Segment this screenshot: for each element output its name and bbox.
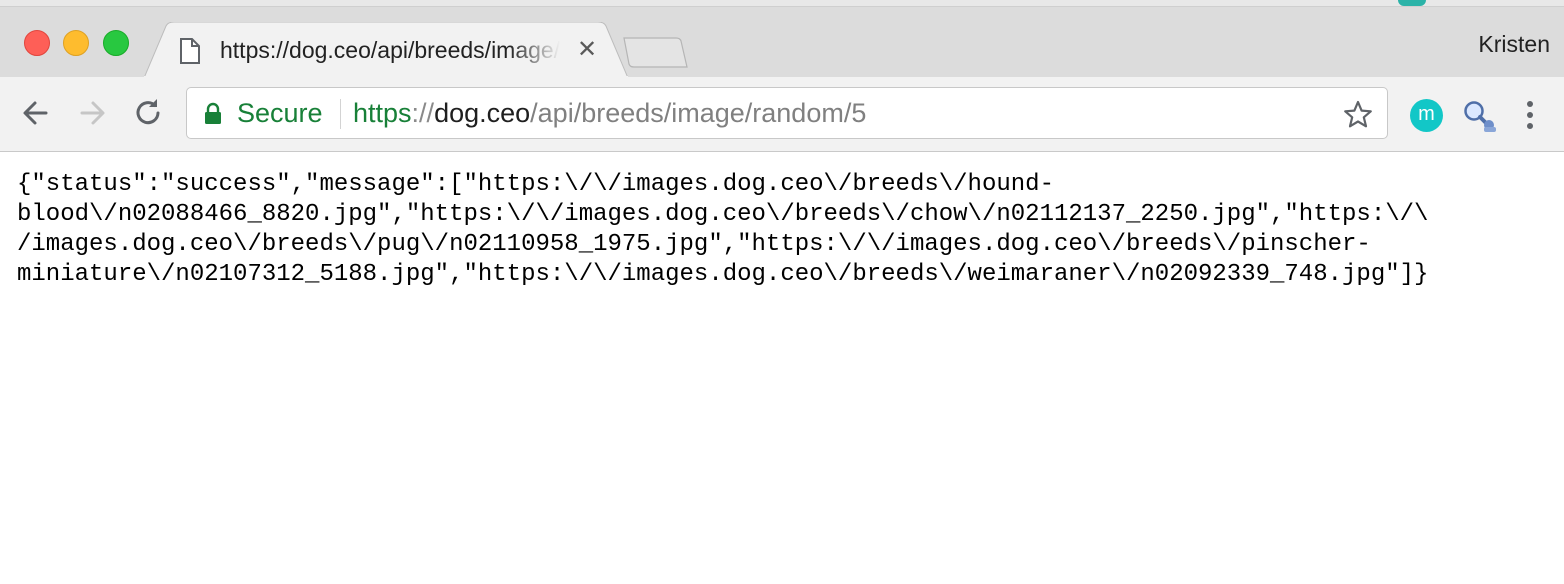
reload-icon[interactable] <box>130 95 166 131</box>
address-bar[interactable]: Secure https://dog.ceo/api/breeds/image/… <box>186 87 1388 139</box>
toolbar: Secure https://dog.ceo/api/breeds/image/… <box>0 77 1564 152</box>
tab-title: https://dog.ceo/api/breeds/image/random/… <box>220 37 560 63</box>
star-icon[interactable] <box>1343 100 1373 128</box>
tab-strip: https://dog.ceo/api/breeds/image/random/… <box>0 0 1564 78</box>
document-icon <box>180 38 200 64</box>
lock-icon[interactable] <box>203 102 223 124</box>
tab-close-icon[interactable]: ✕ <box>574 37 600 63</box>
json-line: blood\/n02088466_8820.jpg","https:\/\/im… <box>17 201 1429 228</box>
page-content: {"status":"success","message":["https:\/… <box>0 152 1564 584</box>
maximize-window-button[interactable] <box>103 30 129 56</box>
profile-name[interactable]: Kristen <box>1440 28 1550 60</box>
json-line: miniature\/n02107312_5188.jpg","https:\/… <box>17 261 1429 288</box>
browser-window: https://dog.ceo/api/breeds/image/random/… <box>0 0 1564 584</box>
json-line: /images.dog.ceo\/breeds\/pug\/n02110958_… <box>17 231 1371 258</box>
back-arrow-icon[interactable] <box>18 95 54 131</box>
secure-label[interactable]: Secure <box>237 97 323 129</box>
kebab-menu-icon[interactable] <box>1518 97 1542 133</box>
minimize-window-button[interactable] <box>63 30 89 56</box>
magnifier-extension-icon[interactable] <box>1462 99 1498 133</box>
active-tab[interactable]: https://dog.ceo/api/breeds/image/random/… <box>144 22 628 78</box>
close-window-button[interactable] <box>24 30 50 56</box>
url-host: dog.ceo <box>434 98 531 128</box>
omnibox-divider <box>340 99 341 129</box>
url-separator: :// <box>411 98 435 128</box>
url-text[interactable]: https://dog.ceo/api/breeds/image/random/… <box>353 97 866 129</box>
json-line: {"status":"success","message":["https:\/… <box>17 171 1054 198</box>
title-bar-edge <box>0 0 1564 7</box>
partial-avatar-icon <box>1398 0 1426 6</box>
json-response: {"status":"success","message":["https:\/… <box>17 170 1557 290</box>
new-tab-button[interactable] <box>620 36 690 70</box>
url-scheme: https <box>353 98 412 128</box>
url-path: /api/breeds/image/random/5 <box>530 98 867 128</box>
forward-arrow-icon[interactable] <box>74 95 110 131</box>
m-extension-icon[interactable]: m <box>1410 99 1443 132</box>
